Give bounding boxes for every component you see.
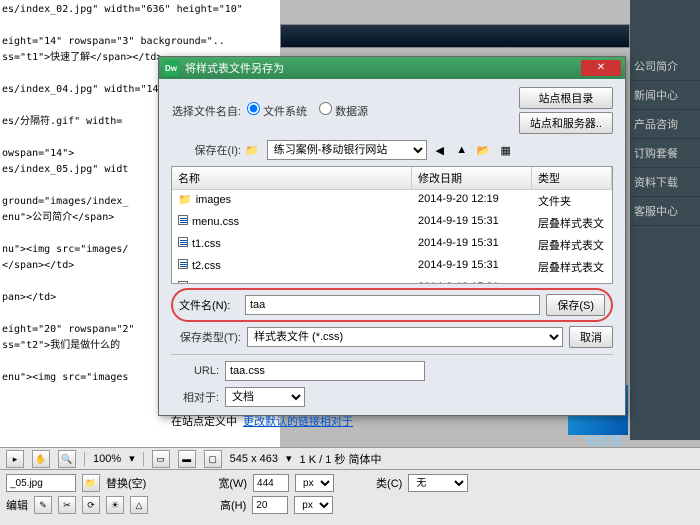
back-icon[interactable]: ◀ bbox=[431, 141, 449, 159]
url-label: URL: bbox=[171, 365, 219, 377]
view-icon[interactable]: ▦ bbox=[497, 141, 515, 159]
up-icon[interactable]: ▲ bbox=[453, 141, 471, 159]
hint-link[interactable]: 更改默认的链接相对于 bbox=[243, 413, 353, 429]
nav-item-product[interactable]: 产品咨询 bbox=[630, 110, 700, 139]
url-input[interactable] bbox=[225, 361, 425, 381]
replace-label: 替换(空) bbox=[106, 475, 146, 491]
save-in-label: 保存在(I): bbox=[171, 142, 241, 158]
file-list-header: 名称 修改日期 类型 bbox=[172, 167, 612, 190]
preview-strip bbox=[280, 24, 630, 48]
view2-icon[interactable]: ▬ bbox=[178, 450, 196, 468]
zoom-value[interactable]: 100% bbox=[93, 453, 121, 465]
img-file-field[interactable] bbox=[6, 474, 76, 492]
nav-item-download[interactable]: 资料下载 bbox=[630, 168, 700, 197]
dialog-titlebar[interactable]: Dw 将样式表文件另存为 ✕ bbox=[159, 57, 625, 79]
right-nav: 公司简介 新闻中心 产品咨询 订购套餐 资料下载 客服中心 bbox=[630, 0, 700, 440]
save-as-dialog: Dw 将样式表文件另存为 ✕ 选择文件名自: 文件系统 数据源 站点根目录 站点… bbox=[158, 56, 626, 416]
col-type[interactable]: 类型 bbox=[532, 167, 612, 189]
height-unit[interactable]: px bbox=[294, 496, 333, 514]
view3-icon[interactable]: ▢ bbox=[204, 450, 222, 468]
resample-icon[interactable]: ⟳ bbox=[82, 496, 100, 514]
filetype-select[interactable]: 样式表文件 (*.css) bbox=[247, 327, 563, 347]
width-input[interactable] bbox=[253, 474, 289, 492]
filename-highlight: 文件名(N): 保存(S) bbox=[171, 288, 613, 322]
class-label: 类(C) bbox=[376, 475, 402, 491]
nav-item-order[interactable]: 订购套餐 bbox=[630, 139, 700, 168]
nav-item-news[interactable]: 新闻中心 bbox=[630, 81, 700, 110]
height-input[interactable] bbox=[252, 496, 288, 514]
site-servers-button[interactable]: 站点和服务器.. bbox=[519, 112, 613, 134]
height-label: 高(H) bbox=[220, 497, 246, 513]
radio-datasource[interactable]: 数据源 bbox=[319, 102, 368, 119]
dialog-title-text: 将样式表文件另存为 bbox=[185, 60, 581, 76]
save-location-select[interactable]: 练习案例-移动银行网站 bbox=[267, 140, 427, 160]
table-row[interactable]: t2.css2014-9-19 15:31层叠样式表文 bbox=[172, 256, 612, 278]
hand-icon[interactable]: ✋ bbox=[32, 450, 50, 468]
col-date[interactable]: 修改日期 bbox=[412, 167, 532, 189]
site-root-button[interactable]: 站点根目录 bbox=[519, 87, 613, 109]
width-unit[interactable]: px bbox=[295, 474, 334, 492]
folder-open-icon[interactable]: 📁 bbox=[82, 474, 100, 492]
nav-item-company[interactable]: 公司简介 bbox=[630, 52, 700, 81]
folder-icon: 📁 bbox=[245, 144, 259, 157]
table-row[interactable]: 📁images2014-9-20 12:19文件夹 bbox=[172, 190, 612, 212]
close-icon[interactable]: ✕ bbox=[581, 60, 621, 76]
properties-panel: 📁 替换(空) 宽(W) px 类(C) 无 编辑 ✎ ✂ ⟳ ☀ △ 高(H)… bbox=[0, 469, 700, 525]
table-row[interactable]: menu.css2014-9-19 15:31层叠样式表文 bbox=[172, 212, 612, 234]
status-bar: ▸ ✋ 🔍 100% ▾ ▭ ▬ ▢ 545 x 463 ▾ 1 K / 1 秒… bbox=[0, 447, 700, 469]
filename-input[interactable] bbox=[245, 295, 540, 315]
crop-icon[interactable]: ✂ bbox=[58, 496, 76, 514]
dw-icon: Dw bbox=[163, 60, 179, 76]
zoom-icon[interactable]: 🔍 bbox=[58, 450, 76, 468]
class-select[interactable]: 无 bbox=[408, 474, 468, 492]
view1-icon[interactable]: ▭ bbox=[152, 450, 170, 468]
select-from-label: 选择文件名自: bbox=[171, 103, 241, 119]
brightness-icon[interactable]: ☀ bbox=[106, 496, 124, 514]
width-label: 宽(W) bbox=[218, 475, 247, 491]
file-list[interactable]: 名称 修改日期 类型 📁images2014-9-20 12:19文件夹menu… bbox=[171, 166, 613, 284]
filename-label: 文件名(N): bbox=[179, 297, 239, 313]
pointer-icon[interactable]: ▸ bbox=[6, 450, 24, 468]
relative-label: 相对于: bbox=[171, 389, 219, 405]
edit-label: 编辑 bbox=[6, 497, 28, 513]
cancel-button[interactable]: 取消 bbox=[569, 326, 613, 348]
new-folder-icon[interactable]: 📂 bbox=[475, 141, 493, 159]
sharpen-icon[interactable]: △ bbox=[130, 496, 148, 514]
nav-item-service[interactable]: 客服中心 bbox=[630, 197, 700, 226]
edit-icon[interactable]: ✎ bbox=[34, 496, 52, 514]
radio-filesystem[interactable]: 文件系统 bbox=[247, 102, 307, 119]
table-row[interactable]: t1.css2014-9-19 15:31层叠样式表文 bbox=[172, 234, 612, 256]
filetype-label: 保存类型(T): bbox=[171, 329, 241, 345]
save-button[interactable]: 保存(S) bbox=[546, 294, 605, 316]
table-row[interactable]: t3.css2014-9-19 15:31层叠样式表文 bbox=[172, 278, 612, 284]
dimensions-text: 545 x 463 bbox=[230, 453, 278, 465]
relative-select[interactable]: 文档 bbox=[225, 387, 305, 407]
perf-text: 1 K / 1 秒 简体中 bbox=[300, 451, 382, 467]
col-name[interactable]: 名称 bbox=[172, 167, 412, 189]
hint-text: 在站点定义中 bbox=[171, 413, 237, 429]
